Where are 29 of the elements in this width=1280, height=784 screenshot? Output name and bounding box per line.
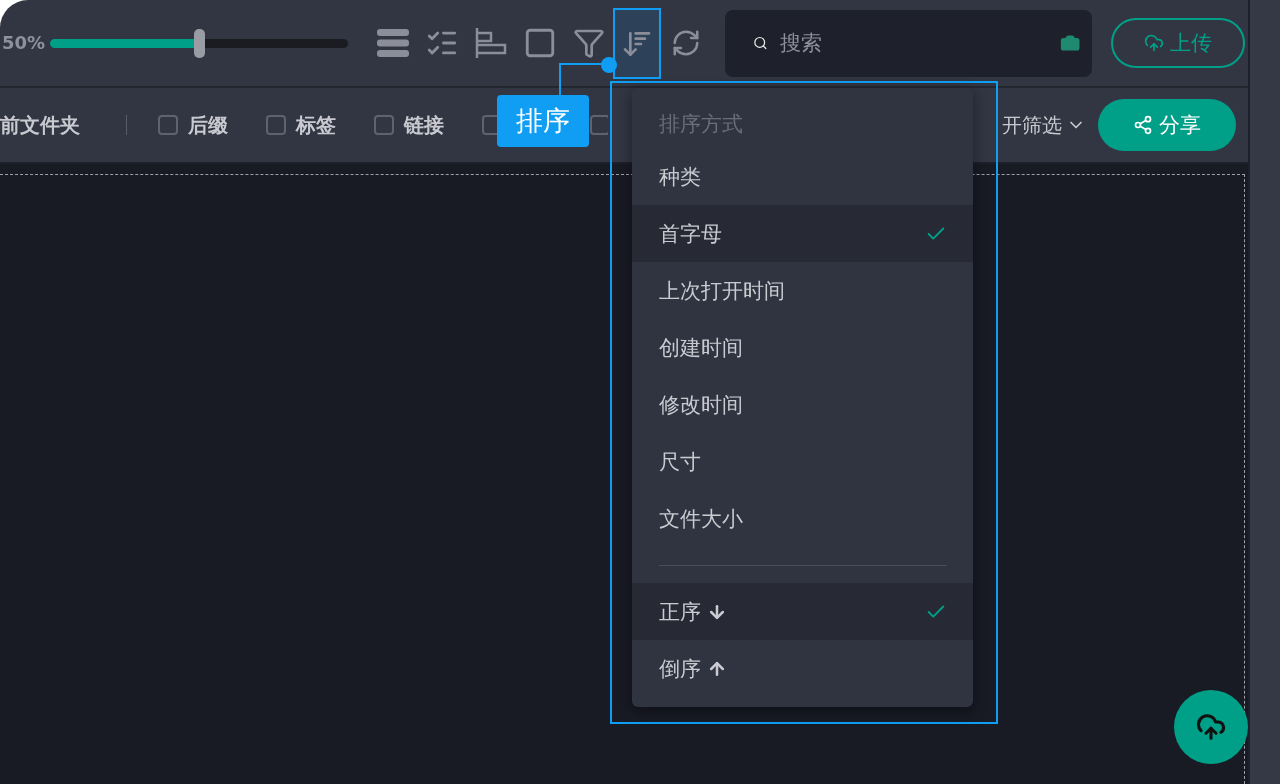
menu-item[interactable]: 首字母 (632, 205, 973, 262)
slider-thumb[interactable] (194, 28, 205, 58)
expand-filter-toggle[interactable]: 开筛选 (1002, 111, 1086, 139)
menu-item[interactable]: 种类 (632, 148, 973, 205)
menu-item[interactable]: 尺寸 (632, 433, 973, 490)
cloud-upload-icon (1144, 33, 1164, 53)
menu-header: 排序方式 (659, 111, 744, 138)
cloud-upload-icon (1196, 712, 1226, 742)
zoom-percentage: 50% (1, 31, 46, 55)
upload-button[interactable]: 上传 (1111, 18, 1245, 68)
menu-item[interactable]: 创建时间 (632, 319, 973, 376)
menu-item[interactable]: 上次打开时间 (632, 262, 973, 319)
menu-item[interactable]: 倒序 (632, 640, 973, 697)
checkbox[interactable] (374, 115, 394, 135)
checkbox[interactable] (158, 115, 178, 135)
checkbox-label: 后缀 (188, 111, 228, 139)
menu-item[interactable]: 修改时间 (632, 376, 973, 433)
menu-item[interactable]: 正序 (632, 583, 973, 640)
checkbox-label: 链接 (404, 111, 444, 139)
checkbox[interactable] (266, 115, 286, 135)
menu-item[interactable]: 文件大小 (632, 490, 973, 547)
search-input[interactable]: 搜索 (777, 30, 1050, 56)
checkbox-label: 标签 (296, 111, 336, 139)
anchor-dot (601, 57, 617, 73)
zoom-slider[interactable] (50, 28, 348, 58)
search-field[interactable]: 搜索 (725, 9, 1092, 77)
share-icon (1133, 115, 1153, 135)
callout-tooltip: 排序 (497, 95, 589, 147)
folder-label: 前文件夹 (0, 111, 81, 139)
